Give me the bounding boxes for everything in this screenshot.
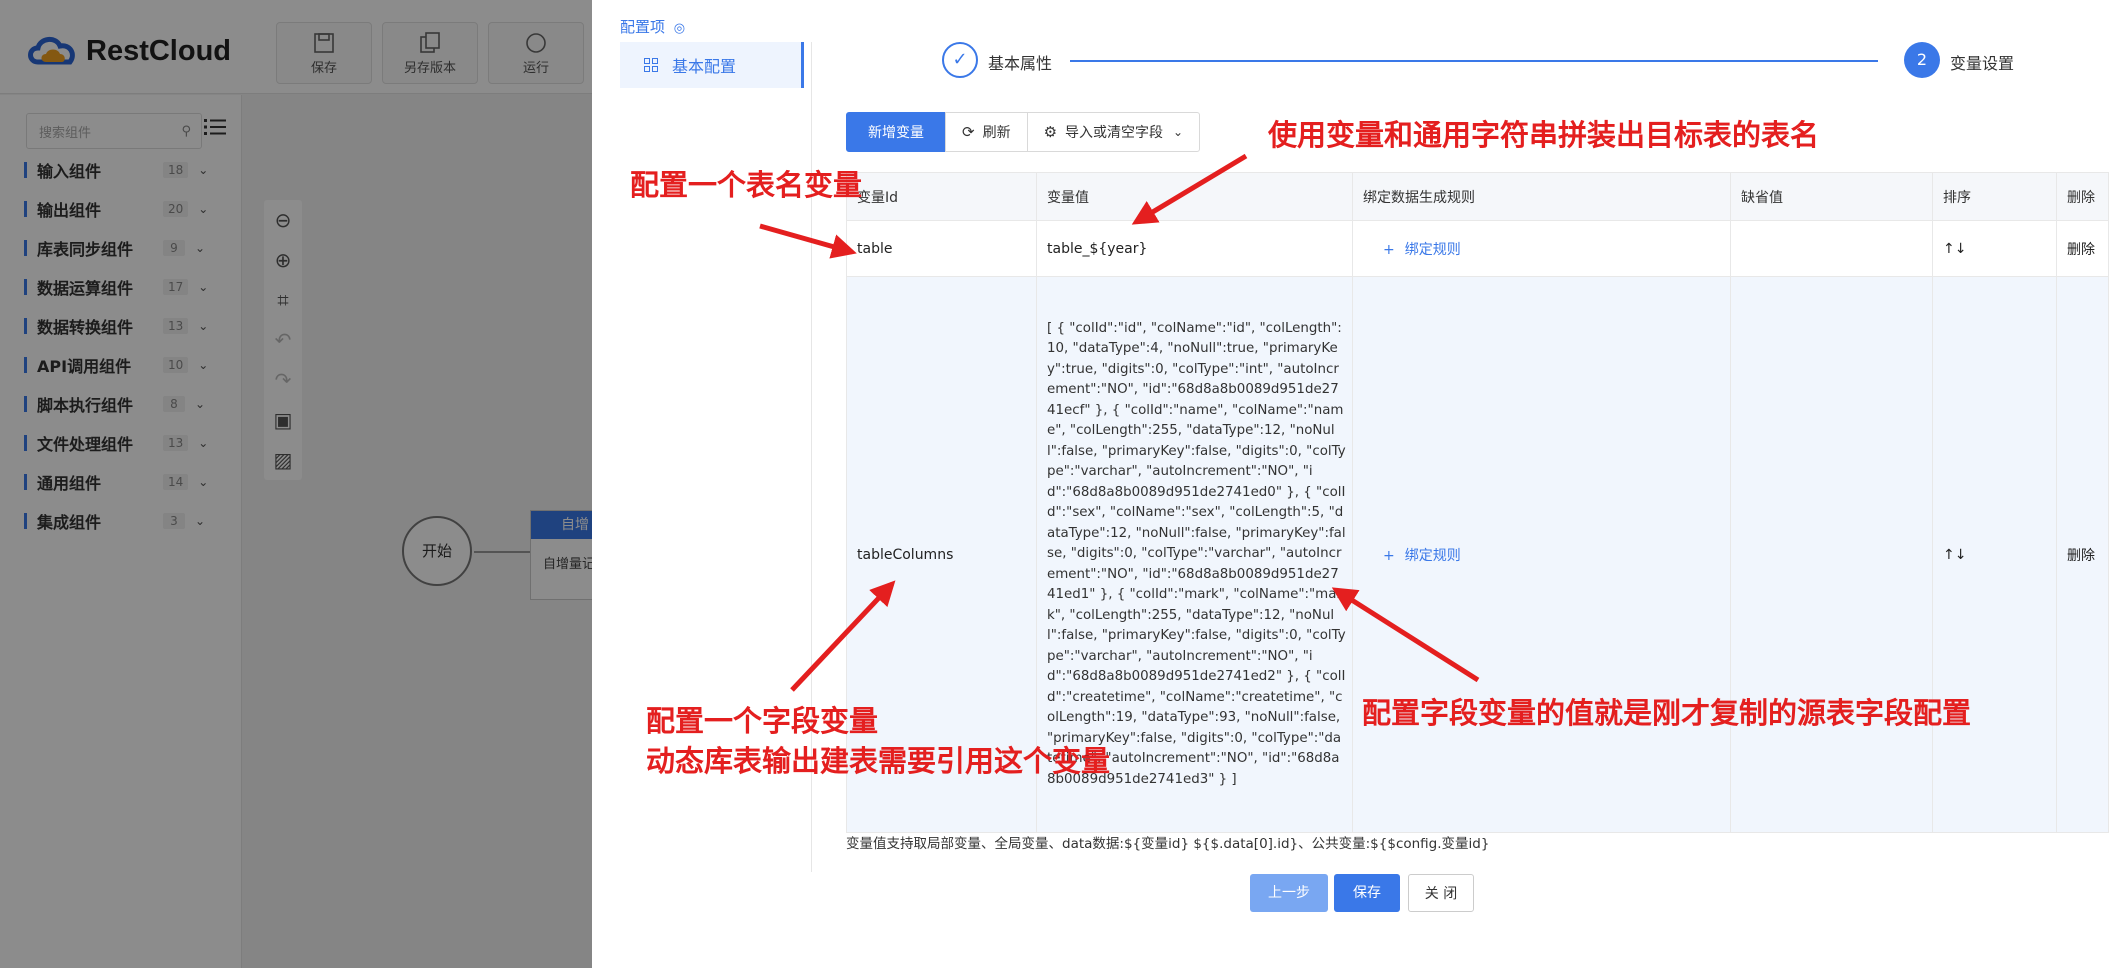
variable-id-cell[interactable]: table bbox=[846, 220, 1037, 277]
header-sort: 排序 bbox=[1932, 172, 2057, 221]
variable-value-text: [ { "colId":"id", "colName":"id", "colLe… bbox=[1047, 320, 1346, 787]
delete-link[interactable]: 删除 bbox=[2056, 276, 2109, 833]
plus-icon: + bbox=[1383, 241, 1395, 258]
step-2-label[interactable]: 变量设置 bbox=[1950, 50, 2014, 74]
table-header-row: 变量Id 变量值 绑定数据生成规则 缺省值 排序 删除 bbox=[846, 172, 2109, 221]
gear-icon: ⚙ bbox=[1043, 123, 1058, 141]
plus-icon: + bbox=[1383, 547, 1395, 564]
chevron-down-icon: ⌄ bbox=[1173, 125, 1184, 139]
import-fields-dropdown[interactable]: ⚙ 导入或清空字段 ⌄ bbox=[1026, 112, 1201, 152]
previous-step-button[interactable]: 上一步 bbox=[1250, 874, 1328, 912]
variables-table: 变量Id 变量值 绑定数据生成规则 缺省值 排序 删除 table table_… bbox=[846, 172, 2109, 833]
variable-toolbar: 新增变量 ⟳ 刷新 ⚙ 导入或清空字段 ⌄ bbox=[846, 112, 1201, 152]
step-2-number[interactable]: 2 bbox=[1904, 42, 1940, 78]
header-binding-rule: 绑定数据生成规则 bbox=[1352, 172, 1731, 221]
bind-rule-link[interactable]: + 绑定规则 bbox=[1352, 220, 1731, 277]
step-1-label[interactable]: 基本属性 bbox=[988, 50, 1052, 74]
header-delete: 删除 bbox=[2056, 172, 2109, 221]
grid-icon bbox=[644, 58, 658, 72]
close-button[interactable]: 关 闭 bbox=[1408, 874, 1474, 912]
bind-rule-label: 绑定规则 bbox=[1404, 241, 1461, 258]
table-row: table table_${year} + 绑定规则 ↑↓ 删除 bbox=[846, 220, 2109, 277]
delete-link[interactable]: 删除 bbox=[2056, 220, 2109, 277]
config-title-text: 配置项 bbox=[620, 18, 666, 36]
header-default-value: 缺省值 bbox=[1730, 172, 1933, 221]
header-variable-id: 变量Id bbox=[846, 172, 1037, 221]
annotation-field-variable-note: 动态库表输出建表需要引用这个变量 bbox=[646, 744, 1111, 778]
sort-arrows-icon[interactable]: ↑↓ bbox=[1932, 220, 2057, 277]
bind-rule-label: 绑定规则 bbox=[1404, 547, 1461, 564]
refresh-icon: ⟳ bbox=[962, 123, 975, 141]
annotation-field-value: 配置字段变量的值就是刚才复制的源表字段配置 bbox=[1362, 696, 1972, 730]
variable-hint-text: 变量值支持取局部变量、全局变量、data数据:${变量id} ${$.data[… bbox=[846, 836, 1490, 852]
add-variable-button[interactable]: 新增变量 bbox=[846, 112, 946, 152]
default-value-cell[interactable] bbox=[1730, 220, 1933, 277]
modal-overlay[interactable] bbox=[0, 0, 592, 968]
variable-value-cell[interactable]: table_${year} bbox=[1036, 220, 1353, 277]
refresh-label: 刷新 bbox=[982, 125, 1011, 141]
annotation-table-name: 使用变量和通用字符串拼装出目标表的表名 bbox=[1268, 118, 1820, 152]
import-fields-label: 导入或清空字段 bbox=[1065, 125, 1164, 141]
config-title: 配置项 ◎ bbox=[620, 16, 685, 37]
config-item-label: 基本配置 bbox=[672, 57, 737, 76]
refresh-button[interactable]: ⟳ 刷新 bbox=[945, 112, 1028, 152]
config-item-basic[interactable]: 基本配置 bbox=[620, 42, 804, 88]
save-button[interactable]: 保存 bbox=[1334, 874, 1400, 912]
bind-rule-link[interactable]: + 绑定规则 bbox=[1352, 276, 1731, 833]
step-1-check-icon[interactable]: ✓ bbox=[942, 42, 978, 78]
annotation-field-variable: 配置一个字段变量 bbox=[646, 704, 879, 738]
default-value-cell[interactable] bbox=[1730, 276, 1933, 833]
sort-arrows-icon[interactable]: ↑↓ bbox=[1932, 276, 2057, 833]
add-variable-label: 新增变量 bbox=[868, 125, 924, 141]
target-icon: ◎ bbox=[673, 21, 686, 36]
header-variable-value: 变量值 bbox=[1036, 172, 1353, 221]
annotation-table-variable: 配置一个表名变量 bbox=[630, 168, 863, 202]
step-connector bbox=[1070, 60, 1878, 62]
